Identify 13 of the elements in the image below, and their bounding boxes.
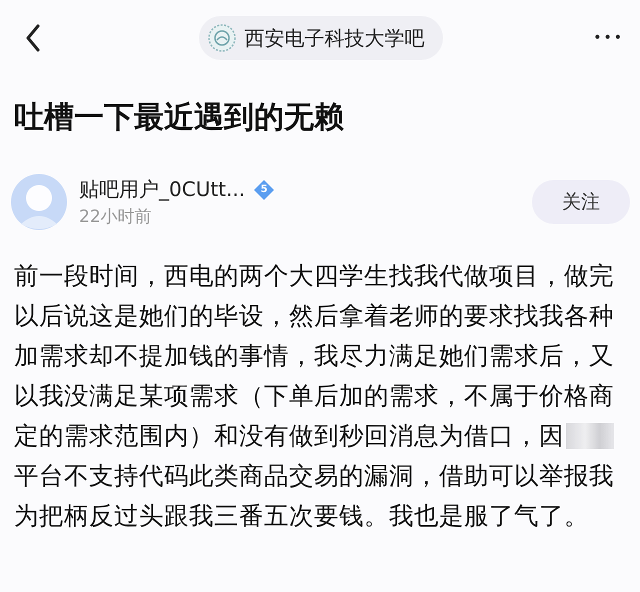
post-body: 前一段时间，西电的两个大四学生找我代做项目，做完以后说这是她们的毕设，然后拿着老师的要求找我各种加需求却不提加钱的事情，我尽力满足她们需求后，又以我没满足某项需求（下单后加的需求，不属于价格商 <box>14 260 615 412</box>
post-body: 定的需求范围内）和没有做到秒回消息为借口，因 <box>14 420 564 452</box>
post-body: 平台不支持代码此类商品交易的漏洞，借助可以举报我为把柄反过头跟我三番五次要钱。我也是服了气了。 <box>14 460 615 532</box>
username[interactable]: 贴吧用户_0CUtt... <box>79 176 246 203</box>
post-time: 22小时前 <box>79 206 152 228</box>
follow-button[interactable]: 关注 <box>532 180 630 224</box>
more-button[interactable]: ••• <box>593 30 624 46</box>
forum-chip[interactable]: 西安电子科技大学吧 <box>198 16 443 60</box>
back-icon <box>25 24 41 52</box>
post-title: 吐槽一下最近遇到的无赖 <box>14 99 344 137</box>
blurred-text <box>566 423 614 449</box>
emblem-icon <box>206 23 237 53</box>
level-badge: 5 <box>253 178 276 200</box>
